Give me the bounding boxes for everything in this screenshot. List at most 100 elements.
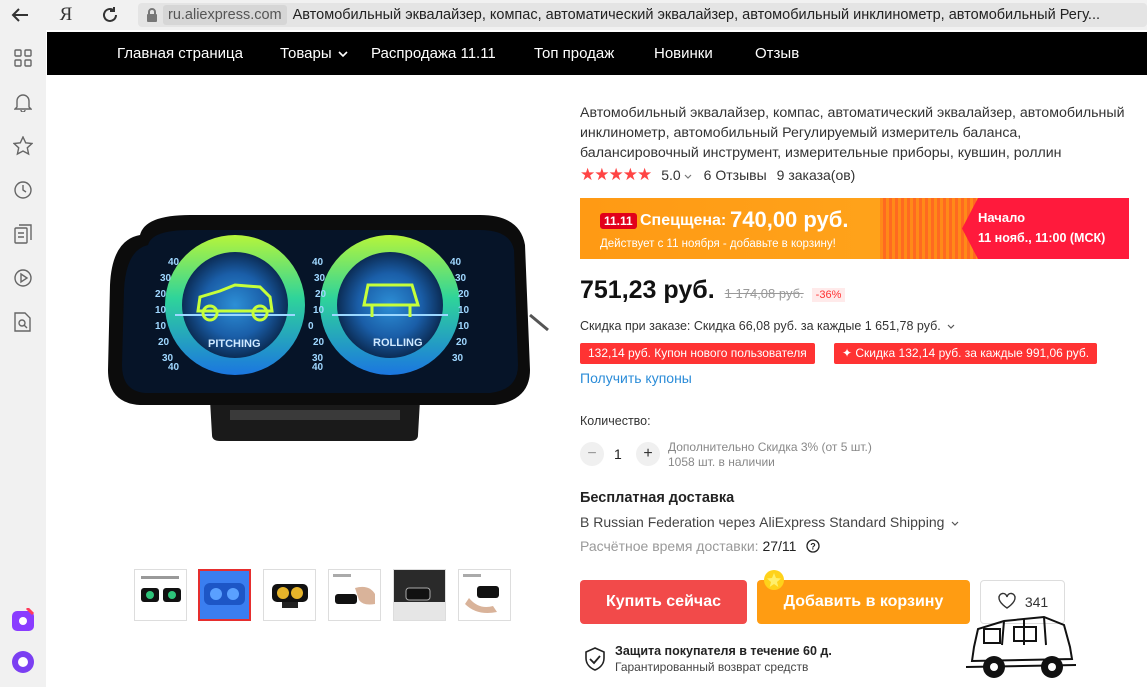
svg-text:20: 20 bbox=[458, 289, 470, 300]
chevron-down-icon bbox=[951, 514, 959, 530]
address-bar[interactable]: ru.aliexpress.com Автомобильный эквалайз… bbox=[138, 3, 1147, 27]
rating-value[interactable]: 5.0 bbox=[661, 167, 680, 183]
address-domain: ru.aliexpress.com bbox=[163, 5, 287, 25]
order-savings[interactable]: Скидка при заказе: Скидка 66,08 руб. за … bbox=[580, 319, 955, 333]
jeep-watermark-image bbox=[964, 607, 1079, 683]
svg-text:20: 20 bbox=[315, 289, 327, 300]
svg-text:30: 30 bbox=[452, 353, 464, 364]
reviews-count[interactable]: 6 Отзывы bbox=[704, 167, 767, 183]
yandex-logo-icon[interactable]: Я bbox=[52, 1, 80, 29]
alice-app-icon[interactable] bbox=[11, 608, 35, 632]
back-arrow-icon[interactable] bbox=[6, 1, 34, 29]
old-price: 1 174,08 руб. bbox=[724, 286, 804, 301]
quantity-info: Дополнительно Скидка 3% (от 5 шт.) 1058 … bbox=[668, 440, 872, 470]
svg-text:20: 20 bbox=[158, 337, 170, 348]
promo-label: Спецщена: bbox=[640, 212, 727, 229]
thumbnail-3[interactable] bbox=[263, 569, 316, 621]
product-main-image[interactable]: PITCHING ROLLING 40 30 20 10 10 20 30 40 40 30 20… bbox=[100, 205, 555, 445]
reload-icon[interactable] bbox=[96, 1, 124, 29]
nav-sale[interactable]: Распродажа 11.11 bbox=[371, 45, 496, 62]
star-icon[interactable] bbox=[11, 134, 35, 158]
coin-icon bbox=[762, 568, 786, 592]
svg-text:30: 30 bbox=[455, 273, 467, 284]
thumbnail-6[interactable] bbox=[458, 569, 511, 621]
buy-now-button[interactable]: Купить сейчас bbox=[580, 580, 747, 624]
buyer-protection-title: Защита покупателя в течение 60 д. bbox=[615, 644, 832, 658]
promo-right-bg bbox=[962, 198, 1129, 259]
quantity-minus-button[interactable]: − bbox=[580, 442, 604, 466]
site-nav: Главная страница Товары Распродажа 11.11… bbox=[47, 32, 1147, 75]
get-coupons-link[interactable]: Получить купоны bbox=[580, 370, 692, 386]
delivery-time-value: 27/11 bbox=[762, 538, 797, 554]
shipping-method[interactable]: В Russian Federation через AliExpress St… bbox=[580, 514, 959, 530]
svg-text:20: 20 bbox=[456, 337, 468, 348]
thumbnail-4[interactable] bbox=[328, 569, 381, 621]
play-icon[interactable] bbox=[11, 266, 35, 290]
promo-start-date: 11 нояб., 11:00 (МСК) bbox=[978, 231, 1106, 245]
product-title: Автомобильный эквалайзер, компас, автома… bbox=[580, 105, 1125, 161]
browser-sidebar bbox=[0, 30, 46, 687]
coupon-store[interactable]: ✦ Скидка 132,14 руб. за каждые 991,06 ру… bbox=[834, 343, 1098, 364]
delivery-time: Расчётное время доставки: 27/11 ? bbox=[580, 538, 820, 556]
bulk-discount-text: Дополнительно Скидка 3% (от 5 шт.) bbox=[668, 440, 872, 454]
promo-price: 740,00 руб. bbox=[730, 207, 849, 232]
rating-stars: ★★★★★ bbox=[580, 165, 652, 184]
pitching-label: PITCHING bbox=[208, 338, 261, 350]
collections-icon[interactable] bbox=[11, 222, 35, 246]
shipping-title: Бесплатная доставка bbox=[580, 490, 735, 506]
svg-text:20: 20 bbox=[155, 289, 167, 300]
page-title-in-address: Автомобильный эквалайзер, компас, автома… bbox=[292, 7, 1101, 23]
rolling-label: ROLLING bbox=[373, 337, 423, 349]
svg-text:30: 30 bbox=[160, 273, 172, 284]
quantity-value[interactable]: 1 bbox=[614, 446, 622, 462]
svg-text:20: 20 bbox=[313, 337, 325, 348]
lock-icon bbox=[141, 8, 163, 22]
svg-text:10: 10 bbox=[155, 305, 167, 316]
nav-products-label: Товары bbox=[280, 45, 332, 62]
bell-icon[interactable] bbox=[11, 90, 35, 114]
alice-icon[interactable] bbox=[11, 650, 35, 674]
nav-products[interactable]: Товары bbox=[280, 45, 348, 62]
nav-top-sales[interactable]: Топ продаж bbox=[534, 45, 614, 62]
svg-text:0: 0 bbox=[308, 321, 314, 332]
svg-text:?: ? bbox=[811, 542, 817, 552]
svg-text:40: 40 bbox=[168, 362, 180, 373]
svg-text:10: 10 bbox=[155, 321, 167, 332]
rating-chevron-icon[interactable] bbox=[684, 167, 692, 183]
promo-start-label: Начало bbox=[978, 210, 1026, 225]
delivery-time-label: Расчётное время доставки: bbox=[580, 538, 759, 554]
quantity-label: Количество: bbox=[580, 414, 651, 428]
chevron-down-icon bbox=[338, 45, 348, 62]
promo-banner: 11.11 Спецщена: 740,00 руб. Действует с … bbox=[580, 198, 1129, 259]
svg-text:10: 10 bbox=[458, 321, 470, 332]
shipping-method-text: В Russian Federation через AliExpress St… bbox=[580, 514, 945, 530]
browser-toolbar: Я ru.aliexpress.com Автомобильный эквала… bbox=[0, 0, 1147, 30]
svg-text:10: 10 bbox=[313, 305, 325, 316]
quantity-plus-button[interactable]: + bbox=[636, 442, 660, 466]
promo-subtitle: Действует с 11 ноября - добавьте в корзи… bbox=[600, 238, 836, 250]
svg-text:40: 40 bbox=[312, 257, 324, 268]
thumbnail-1[interactable] bbox=[134, 569, 187, 621]
grid-icon[interactable] bbox=[11, 46, 35, 70]
current-price: 751,23 руб. bbox=[580, 276, 715, 304]
search-doc-icon[interactable] bbox=[11, 310, 35, 334]
nav-new[interactable]: Новинки bbox=[654, 45, 713, 62]
history-icon[interactable] bbox=[11, 178, 35, 202]
help-icon[interactable]: ? bbox=[806, 539, 820, 556]
svg-text:10: 10 bbox=[458, 305, 470, 316]
svg-text:40: 40 bbox=[312, 362, 324, 373]
nav-home[interactable]: Главная страница bbox=[117, 45, 243, 62]
rating-row: ★★★★★ 5.0 6 Отзывы 9 заказа(ов) bbox=[580, 165, 856, 184]
nav-reviews[interactable]: Отзыв bbox=[755, 45, 799, 62]
add-to-cart-button[interactable]: Добавить в корзину bbox=[757, 580, 970, 624]
thumbnail-2[interactable] bbox=[198, 569, 251, 621]
orders-count: 9 заказа(ов) bbox=[776, 167, 856, 183]
buyer-protection-subtitle: Гарантированный возврат средств bbox=[615, 660, 809, 674]
coupon-new-user[interactable]: 132,14 руб. Купон нового пользователя bbox=[580, 343, 815, 364]
chevron-down-icon bbox=[947, 319, 955, 333]
thumbnail-5[interactable] bbox=[393, 569, 446, 621]
shield-check-icon bbox=[584, 647, 606, 671]
price-row: 751,23 руб. 1 174,08 руб. -36% bbox=[580, 276, 846, 305]
stock-text: 1058 шт. в наличии bbox=[668, 455, 775, 469]
sale-badge: 11.11 bbox=[600, 213, 637, 229]
